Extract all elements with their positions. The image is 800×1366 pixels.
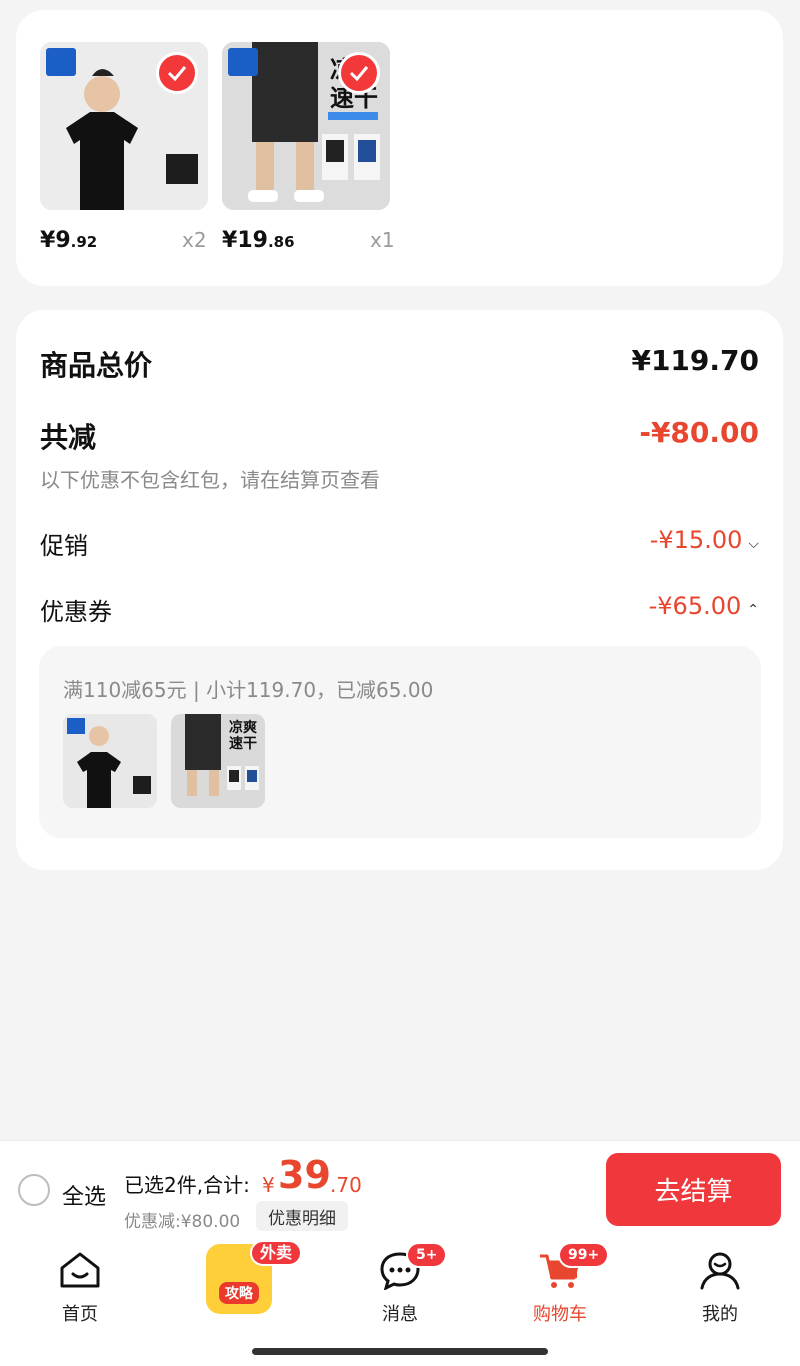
home-indicator[interactable] [252, 1348, 548, 1355]
discount-label: 共减 [40, 421, 97, 454]
promotion-label: 促销 [40, 532, 88, 560]
selected-count-info: 已选2件,合计: [124, 1173, 250, 1197]
tab-label: 首页 [62, 1304, 98, 1325]
total-price-value: ¥119.70 [631, 344, 759, 377]
tshirt-image [63, 714, 157, 808]
coupon-label: 优惠券 [40, 598, 112, 626]
promotion-value: -¥15.00 [649, 526, 743, 554]
product-thumbnail-shorts[interactable]: 凉 速干 [222, 42, 390, 210]
price-decimal: .92 [70, 233, 98, 251]
price-summary-card: 商品总价 ¥119.70 共减 -¥80.00 以下优惠不包含红包，请在结算页查… [16, 310, 783, 870]
tab-messages[interactable]: 消息 5+ [340, 1242, 460, 1326]
promotion-row-toggle[interactable]: -¥15.00 ⌵ [650, 526, 759, 554]
price-symbol: ¥ [222, 228, 238, 253]
checkout-bar: 全选 已选2件,合计: ¥ 39 .70 优惠减:¥80.00 优惠明细 去结算 [0, 1140, 800, 1238]
promo-badge: 外卖 [250, 1240, 303, 1266]
checkout-button[interactable]: 去结算 [606, 1153, 781, 1226]
price-integer: 9 [55, 228, 71, 253]
tab-label: 我的 [702, 1304, 738, 1325]
home-icon [60, 1252, 100, 1288]
coupon-detail-box: 满110减65元 | 小计119.70，已减65.00 凉爽 速干 [39, 646, 761, 838]
profile-icon [700, 1252, 740, 1290]
discount-summary: 优惠减:¥80.00 [124, 1212, 241, 1232]
price-integer: 19 [237, 228, 268, 253]
chevron-up-icon: ⌃ [747, 602, 759, 618]
selected-check-icon[interactable] [156, 52, 198, 94]
brand-logo [228, 48, 258, 76]
selected-check-icon[interactable] [338, 52, 380, 94]
cart-badge: 99+ [558, 1242, 610, 1268]
tab-cart[interactable]: 购物车 99+ [500, 1242, 620, 1326]
tab-profile[interactable]: 我的 [660, 1250, 780, 1326]
promo-text: 攻略 [219, 1282, 259, 1304]
coupon-row-toggle[interactable]: -¥65.00 ⌃ [649, 592, 759, 620]
product-tag-text: 凉爽 速干 [229, 720, 257, 752]
tab-label: 消息 [382, 1304, 418, 1325]
tab-label: 购物车 [533, 1304, 587, 1325]
cart-products-card: ¥9.92 x2 凉 速干 ¥19.86 x1 [16, 10, 783, 286]
product-quantity: x2 [182, 228, 207, 252]
chevron-down-icon: ⌵ [748, 536, 759, 552]
total-amount-decimal: .70 [330, 1173, 362, 1197]
price-decimal: .86 [267, 233, 295, 251]
discount-value: -¥80.00 [639, 416, 759, 449]
price-symbol: ¥ [40, 228, 56, 253]
discount-detail-button[interactable]: 优惠明细 [256, 1201, 348, 1231]
product-thumbnail-tshirt[interactable] [40, 42, 208, 210]
total-amount-integer: 39 [278, 1153, 331, 1197]
select-all-checkbox[interactable] [18, 1174, 50, 1206]
tab-home[interactable]: 首页 [20, 1250, 140, 1326]
coupon-product-thumbnail-shorts[interactable]: 凉爽 速干 [171, 714, 265, 808]
product-price: ¥9.92 [40, 228, 97, 253]
coupon-value: -¥65.00 [648, 592, 742, 620]
message-badge: 5+ [406, 1242, 448, 1268]
product-price: ¥19.86 [222, 228, 295, 253]
brand-logo [46, 48, 76, 76]
total-currency: ¥ [262, 1173, 275, 1197]
coupon-detail-text: 满110减65元 | 小计119.70，已减65.00 [63, 678, 434, 702]
select-all-label[interactable]: 全选 [62, 1179, 106, 1211]
coupon-product-thumbnail-tshirt[interactable] [63, 714, 157, 808]
product-quantity: x1 [370, 228, 395, 252]
total-price-label: 商品总价 [40, 349, 153, 382]
discount-note: 以下优惠不包含红包，请在结算页查看 [40, 468, 380, 492]
bottom-tab-bar: 首页 攻略 外卖 消息 5+ 购物车 99+ 我的 [0, 1238, 800, 1366]
